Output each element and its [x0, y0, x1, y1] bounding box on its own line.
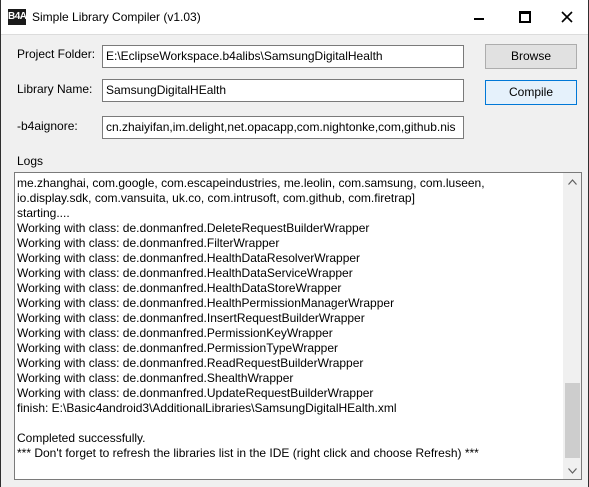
- log-line: Working with class: de.donmanfred.ReadRe…: [17, 356, 364, 370]
- log-line: Working with class: de.donmanfred.Permis…: [17, 341, 339, 355]
- log-line: starting....: [17, 206, 70, 220]
- log-line: Working with class: de.donmanfred.Health…: [17, 251, 361, 265]
- close-button[interactable]: [544, 0, 589, 34]
- log-line: Working with class: de.donmanfred.Filter…: [17, 236, 280, 250]
- title-bar[interactable]: B4A Simple Library Compiler (v1.03): [1, 0, 588, 35]
- log-line: finish: E:\Basic4android3\AdditionalLibr…: [17, 401, 397, 415]
- b4a-app-icon: B4A: [8, 9, 27, 25]
- logs-scrollbar[interactable]: [563, 173, 581, 479]
- compile-button[interactable]: Compile: [485, 80, 577, 105]
- log-line: me.zhanghai, com.google, com.escapeindus…: [17, 176, 485, 190]
- chevron-down-icon: [568, 467, 577, 474]
- maximize-icon: [519, 11, 531, 23]
- main-window: B4A Simple Library Compiler (v1.03) Proj…: [0, 0, 589, 487]
- log-line: Working with class: de.donmanfred.Health…: [17, 296, 395, 310]
- log-line: Working with class: de.donmanfred.Update…: [17, 386, 374, 400]
- maximize-button[interactable]: [502, 0, 548, 34]
- logs-textarea[interactable]: me.zhanghai, com.google, com.escapeindus…: [14, 172, 582, 480]
- log-line: Working with class: de.donmanfred.Permis…: [17, 326, 333, 340]
- window-title: Simple Library Compiler (v1.03): [32, 10, 201, 24]
- scroll-up-button[interactable]: [564, 173, 581, 190]
- project-folder-input[interactable]: E:\EclipseWorkspace.b4alibs\SamsungDigit…: [102, 45, 464, 68]
- log-line: io.display.sdk, com.vansuita, uk.co, com…: [17, 191, 415, 205]
- close-icon: [561, 11, 573, 23]
- minimize-icon: [474, 18, 484, 20]
- chevron-up-icon: [568, 178, 577, 185]
- log-line: *** Don't forget to refresh the librarie…: [17, 446, 479, 460]
- log-line: Completed successfully.: [17, 431, 146, 445]
- browse-button[interactable]: Browse: [485, 44, 577, 69]
- b4aignore-input[interactable]: cn.zhaiyifan,im.delight,net.opacapp,com.…: [102, 116, 464, 139]
- log-line: Working with class: de.donmanfred.Shealt…: [17, 371, 294, 385]
- minimize-button[interactable]: [456, 0, 502, 34]
- b4aignore-label: -b4aignore:: [17, 119, 78, 133]
- scroll-down-button[interactable]: [564, 462, 581, 479]
- log-line: Working with class: de.donmanfred.Insert…: [17, 311, 365, 325]
- log-line: Working with class: de.donmanfred.Delete…: [17, 221, 370, 235]
- library-name-input[interactable]: SamsungDigitalHEalth: [102, 79, 464, 102]
- logs-content: me.zhanghai, com.google, com.escapeindus…: [17, 176, 562, 476]
- project-folder-label: Project Folder:: [17, 47, 96, 61]
- logs-label: Logs: [17, 154, 44, 168]
- log-line: Working with class: de.donmanfred.Health…: [17, 281, 342, 295]
- log-line: Working with class: de.donmanfred.Health…: [17, 266, 353, 280]
- library-name-label: Library Name:: [17, 82, 93, 96]
- scrollbar-thumb[interactable]: [565, 383, 580, 458]
